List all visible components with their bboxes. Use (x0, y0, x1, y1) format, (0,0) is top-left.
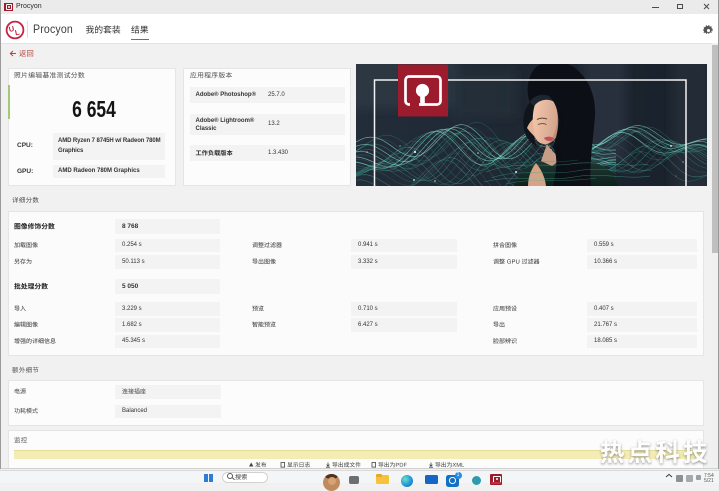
svg-text:L: L (14, 27, 21, 37)
